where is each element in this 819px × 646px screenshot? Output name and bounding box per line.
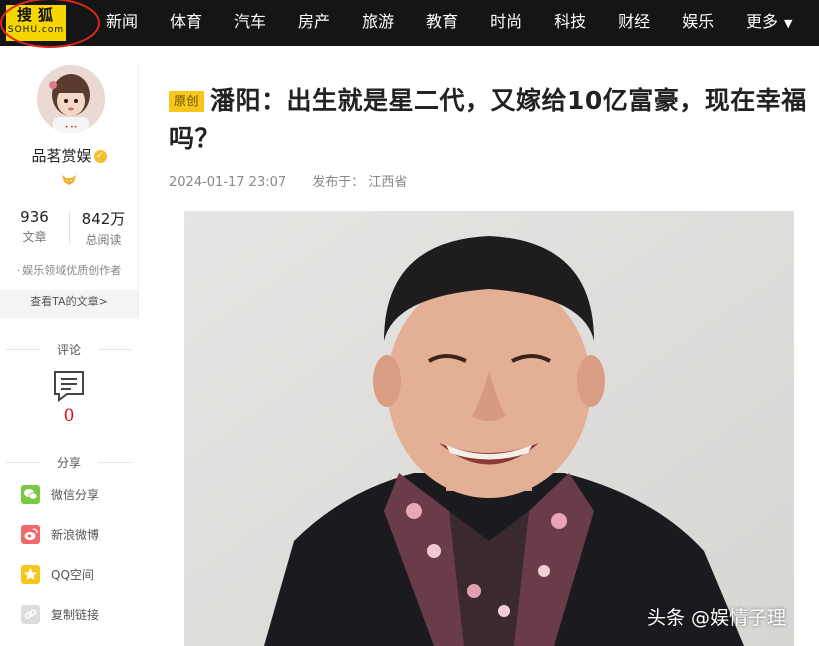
article-photo: [184, 211, 794, 646]
nav-item-tech[interactable]: 科技: [554, 0, 586, 46]
share-wechat-button[interactable]: 微信分享: [21, 484, 99, 504]
creator-title: 娱乐领域优质创作者: [0, 262, 138, 278]
fox-badge-icon: [62, 175, 76, 185]
wechat-icon: [21, 484, 40, 504]
share-heading: 分享: [0, 454, 138, 471]
share-qzone-label: QQ空间: [51, 567, 94, 582]
comment-count[interactable]: 0: [0, 406, 138, 426]
author-avatar[interactable]: • ••: [37, 65, 105, 133]
article-count-label: 文章: [22, 230, 47, 244]
nav-item-fashion[interactable]: 时尚: [490, 0, 522, 46]
share-weibo-label: 新浪微博: [51, 527, 100, 542]
watermark-text: 头条 @娱情子理: [647, 607, 787, 629]
share-weibo-button[interactable]: 新浪微博: [21, 524, 99, 544]
weibo-icon: [21, 524, 40, 544]
article-title: 原创 潘阳：出生就是星二代，又嫁给10亿富豪，现在幸福吗？: [169, 82, 814, 158]
channel-nav: 新闻 体育 汽车 房产 旅游 教育 时尚 科技 财经 娱乐: [106, 0, 746, 46]
comment-icon[interactable]: [53, 370, 85, 402]
article-header: 原创 潘阳：出生就是星二代，又嫁给10亿富豪，现在幸福吗？: [169, 82, 814, 158]
total-reads-count: 842万: [81, 210, 126, 228]
comments-heading: 评论: [0, 341, 138, 358]
qzone-icon: [21, 564, 40, 584]
nav-item-sports[interactable]: 体育: [170, 0, 202, 46]
article-title-text: 潘阳：出生就是星二代，又嫁给10亿富豪，现在幸福吗？: [169, 86, 807, 153]
nav-item-realestate[interactable]: 房产: [298, 0, 330, 46]
nav-item-travel[interactable]: 旅游: [362, 0, 394, 46]
author-card: • •• 品茗赏娱✓ 936 文章 842万 总阅读 娱乐领域优质创作者 查看T…: [0, 62, 139, 320]
nav-item-auto[interactable]: 汽车: [234, 0, 266, 46]
svg-text:• ••: • ••: [65, 124, 78, 131]
total-reads-stat: 842万 总阅读: [69, 208, 138, 248]
chevron-down-icon: ▼: [784, 17, 793, 30]
share-wechat-label: 微信分享: [51, 487, 100, 502]
nav-item-education[interactable]: 教育: [426, 0, 458, 46]
published-from-label: 发布于：: [312, 175, 365, 190]
total-reads-label: 总阅读: [85, 233, 122, 247]
top-nav-bar: 搜狐 SOHU.com 新闻 体育 汽车 房产 旅游 教育 时尚 科技 财经 娱…: [0, 0, 819, 48]
publish-datetime: 2024-01-17 23:07: [169, 175, 287, 190]
logo-highlight-circle: [0, 0, 100, 48]
link-icon: [21, 604, 40, 624]
article-meta: 2024-01-17 23:07 发布于： 江西省: [169, 171, 407, 190]
nav-item-entertainment[interactable]: 娱乐: [682, 0, 714, 46]
verified-badge-icon: ✓: [93, 150, 107, 163]
copy-link-label: 复制链接: [51, 607, 100, 622]
nav-more-label: 更多: [746, 12, 779, 31]
author-name-text: 品茗赏娱: [31, 147, 92, 165]
article-count: 936: [20, 208, 49, 226]
share-qzone-button[interactable]: QQ空间: [21, 564, 94, 584]
article-count-stat[interactable]: 936 文章: [0, 208, 69, 245]
author-name[interactable]: 品茗赏娱 ✓: [0, 145, 138, 166]
copy-link-button[interactable]: 复制链接: [21, 604, 99, 624]
nav-item-news[interactable]: 新闻: [106, 0, 138, 46]
nav-more-menu[interactable]: 更多 ▼: [746, 0, 792, 46]
original-tag: 原创: [169, 91, 205, 112]
view-articles-link[interactable]: 查看TA的文章>: [0, 290, 138, 318]
publish-location: 江西省: [368, 175, 408, 190]
nav-item-finance[interactable]: 财经: [618, 0, 650, 46]
